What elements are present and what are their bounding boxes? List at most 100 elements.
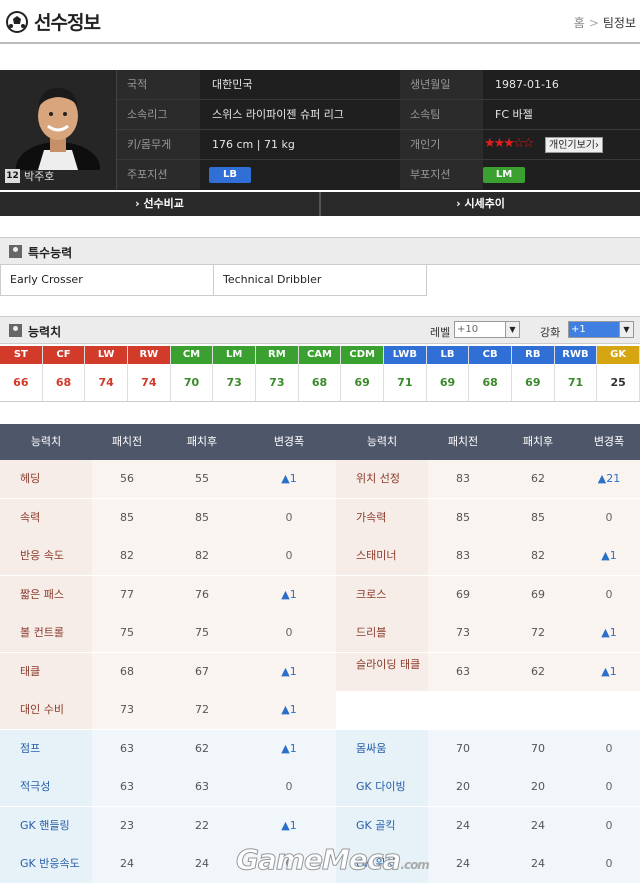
stats-left-before: 23 (92, 806, 162, 845)
stats-left-before: 68 (92, 652, 162, 691)
breadcrumb: 홈 > 팀정보 (574, 14, 636, 31)
position-overall-lw: LW 74 (85, 346, 128, 401)
stats-left-name: 태클 (0, 652, 92, 691)
stats-table-header: 능력치 패치전 패치후 변경폭 능력치 패치전 패치후 변경폭 (0, 424, 640, 460)
position-value: 69 (439, 376, 456, 389)
level-select[interactable]: +10 ▼ (454, 321, 520, 338)
position-value: 68 (55, 376, 72, 389)
stats-right-before: 24 (428, 845, 498, 883)
ability-header: 능력치 레벨 +10 ▼ 강화 +1 ▼ (0, 316, 640, 344)
position-overall-st: ST 66 (0, 346, 43, 401)
skill-stars: ★★★☆☆ (484, 136, 534, 151)
chevron-down-icon: ▼ (505, 322, 519, 337)
stats-right-before: 70 (428, 729, 498, 768)
stats-right-after: 62 (498, 460, 578, 498)
enhance-select-value: +1 (571, 324, 586, 335)
breadcrumb-current[interactable]: 팀정보 (603, 16, 636, 30)
enhance-label: 강화 (540, 326, 561, 339)
stats-right-before: 24 (428, 806, 498, 845)
special-abilities-header: 특수능력 (0, 237, 640, 265)
stats-row: 반응 속도 82 82 0 스태미너 83 82 ▲1 (0, 537, 640, 575)
position-label: RWB (554, 346, 597, 364)
position-overall-strip: ST 66 CF 68 LW 74 RW 74 CM 70 LM 73 RM 73 CAM 68 CDM 69 LW… (0, 346, 640, 402)
stats-row: 헤딩 56 55 ▲1 위치 선정 83 62 ▲21 (0, 460, 640, 498)
stats-left-change: ▲1 (242, 806, 336, 845)
main-position-label: 주포지션 (117, 160, 200, 189)
position-value: 71 (567, 376, 584, 389)
stats-right-name: 스태미너 (336, 537, 428, 575)
stats-left-name: 점프 (0, 729, 92, 768)
skill-view-button[interactable]: 개인기보기› (545, 137, 603, 153)
stats-left-change: ▲1 (242, 691, 336, 729)
stats-right-after: 85 (498, 498, 578, 537)
position-overall-rm: RM 73 (256, 346, 299, 401)
enhance-select[interactable]: +1 ▼ (568, 321, 634, 338)
price-trend-button[interactable]: › 시세추이 (321, 192, 640, 216)
player-compare-button[interactable]: › 선수비교 (0, 192, 319, 216)
stats-left-after: 62 (162, 729, 242, 768)
stats-row: 속력 85 85 0 가속력 85 85 0 (0, 498, 640, 537)
body-value: 176 cm | 71 kg (212, 138, 295, 151)
stats-right-change: 0 (578, 498, 640, 537)
stats-right-before: 85 (428, 498, 498, 537)
stats-left-change: ▲1 (242, 652, 336, 691)
info-row-league: 소속리그 스위스 라이파이젠 슈퍼 리그 소속팀 FC 바젤 (117, 100, 640, 130)
skill-label: 개인기 (400, 130, 483, 159)
stats-right-after: 24 (498, 845, 578, 883)
stats-header-cell: 패치전 (111, 435, 143, 448)
position-overall-cam: CAM 68 (298, 346, 342, 401)
stats-right-name: 드리블 (336, 614, 428, 652)
birth-label: 생년월일 (400, 70, 483, 99)
stats-left-change: ▲1 (242, 729, 336, 768)
position-overall-gk: GK 25 (597, 346, 640, 401)
stats-left-change: ▲1 (242, 460, 336, 498)
trait-item: Early Crosser (1, 265, 214, 295)
stats-left-name: 속력 (0, 498, 92, 537)
league-label: 소속리그 (117, 100, 200, 129)
stats-left-before: 77 (92, 575, 162, 614)
position-value: 73 (226, 376, 242, 389)
player-number: 12 (5, 169, 20, 183)
stats-row: 태클 68 67 ▲1 슬라이딩 태클 63 62 ▲1 (0, 652, 640, 691)
special-abilities-list: Early Crosser Technical Dribbler (0, 265, 427, 296)
stats-header-cell: 변경폭 (593, 435, 625, 448)
position-value: 69 (354, 376, 370, 389)
stats-right-name: 슬라이딩 태클 (336, 652, 428, 691)
ability-title: 능력치 (28, 325, 62, 339)
position-overall-lb: LB 69 (426, 346, 470, 401)
position-label: CDM (341, 346, 383, 364)
position-label: LWB (384, 346, 426, 364)
stats-row: 대인 수비 73 72 ▲1 (0, 691, 640, 729)
section-user-icon (9, 245, 22, 258)
player-name: 박주호 (24, 170, 55, 183)
position-value: 71 (397, 376, 413, 389)
stats-left-before: 63 (92, 729, 162, 768)
stats-right-name: 크로스 (336, 575, 428, 614)
position-value: 74 (141, 376, 157, 389)
breadcrumb-home[interactable]: 홈 (574, 16, 585, 30)
stats-right-before: 73 (428, 614, 498, 652)
stats-right-name: 위치 선정 (336, 460, 428, 498)
position-value: 68 (311, 376, 328, 389)
level-label: 레벨 (430, 326, 451, 339)
stats-right-change: 0 (578, 575, 640, 614)
stats-left-before: 56 (92, 460, 162, 498)
skill-view-button-label: 개인기보기 (549, 140, 595, 151)
info-row-position: 주포지션 LB 부포지션 LM (117, 160, 640, 190)
player-info-panel: 12 박주호 국적 대한민국 생년월일 1987-01-16 소속리그 스위스 … (0, 70, 640, 190)
position-value: 66 (13, 376, 29, 389)
stats-left-change: ▲1 (242, 575, 336, 614)
stats-left-name: GK 반응속도 (0, 845, 92, 883)
position-overall-rw: RW 74 (128, 346, 171, 401)
position-label: ST (0, 346, 42, 364)
stats-left-before: 75 (92, 614, 162, 652)
stats-left-change: 0 (242, 537, 336, 575)
stats-left-before: 24 (92, 845, 162, 883)
stats-row: 볼 컨트롤 75 75 0 드리블 73 72 ▲1 (0, 614, 640, 652)
position-overall-rwb: RWB 71 (554, 346, 598, 401)
stats-right-name: 가속력 (336, 498, 428, 537)
position-label: RW (128, 346, 170, 364)
position-value: 69 (525, 376, 541, 389)
watermark-tld: .com (400, 858, 429, 872)
team-value: FC 바젤 (495, 108, 533, 121)
